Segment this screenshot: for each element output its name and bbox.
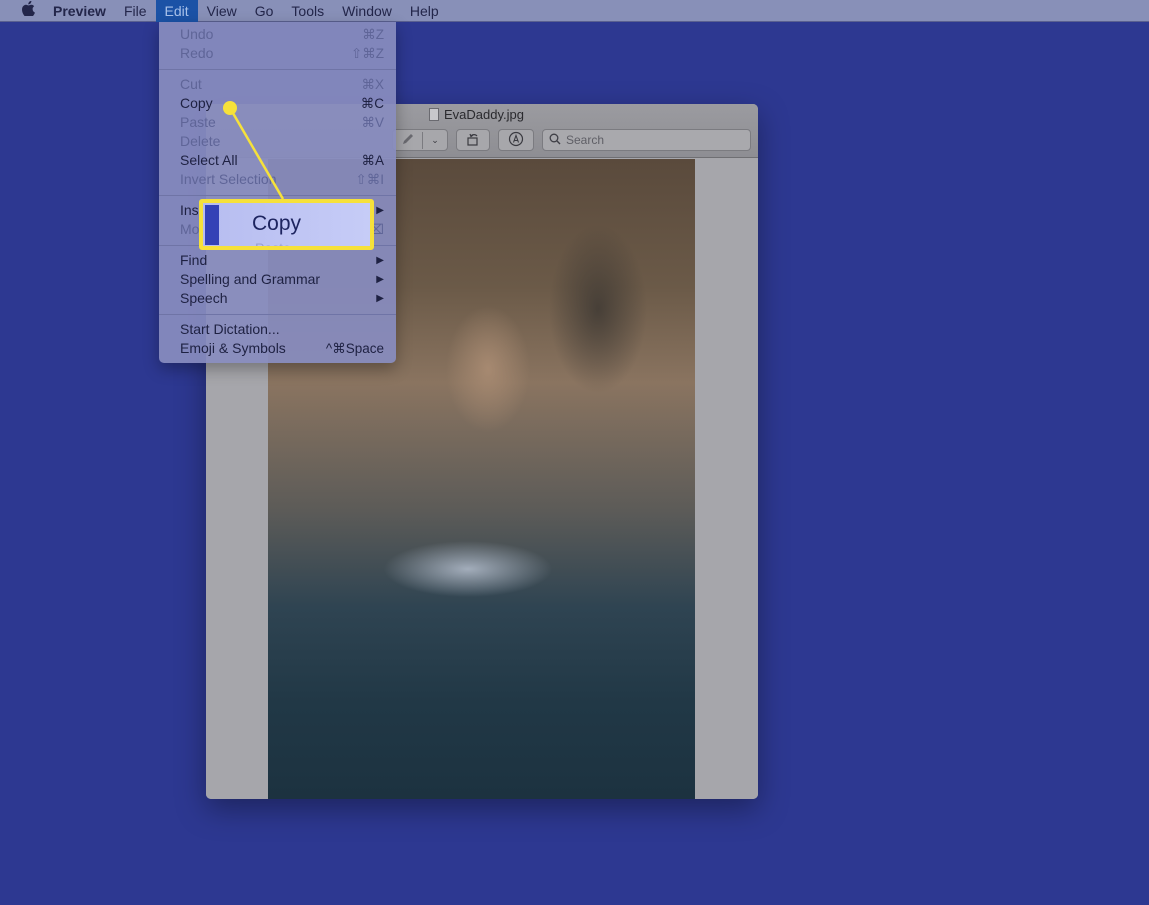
- search-input[interactable]: [566, 133, 736, 147]
- menu-edit[interactable]: Edit: [155, 0, 198, 22]
- jpg-document-icon: [429, 108, 439, 121]
- copy-callout-highlight: Copy Paste: [199, 199, 374, 250]
- menu-item-select-all[interactable]: Select All ⌘A: [159, 151, 396, 170]
- submenu-arrow-icon: ▶: [376, 255, 384, 266]
- menu-item-spelling-and-grammar[interactable]: Spelling and Grammar ▶: [159, 270, 396, 289]
- menu-separator: [159, 69, 396, 70]
- menu-item-label: Emoji & Symbols: [180, 340, 286, 356]
- menu-help[interactable]: Help: [401, 0, 448, 22]
- menu-item-emoji-symbols[interactable]: Emoji & Symbols ^⌘Space: [159, 339, 396, 358]
- markup-circle-icon: [508, 131, 524, 150]
- menu-item-label: Select All: [180, 152, 238, 168]
- menu-item-shortcut: ⌘Z: [362, 27, 384, 42]
- search-icon: [549, 133, 561, 148]
- window-title-text: EvaDaddy.jpg: [444, 107, 524, 122]
- menu-item-find[interactable]: Find ▶: [159, 251, 396, 270]
- callout-label: Copy: [252, 212, 302, 235]
- menu-item-paste[interactable]: Paste ⌘V: [159, 113, 396, 132]
- menu-go[interactable]: Go: [246, 0, 283, 22]
- menu-item-undo[interactable]: Undo ⌘Z: [159, 25, 396, 44]
- menu-item-shortcut: ⇧⌘I: [355, 172, 384, 187]
- menu-item-label: Paste: [180, 114, 216, 130]
- window-title: EvaDaddy.jpg: [429, 107, 524, 122]
- menu-view[interactable]: View: [198, 0, 246, 22]
- menu-item-shortcut: ⌘C: [360, 96, 384, 111]
- menu-item-label: Find: [180, 252, 208, 268]
- rotate-button[interactable]: [456, 129, 490, 151]
- menu-item-label: Spelling and Grammar: [180, 271, 321, 287]
- menu-item-label: Cut: [180, 76, 202, 92]
- callout-selection-bar: [205, 205, 219, 245]
- rotate-icon: [465, 131, 481, 150]
- menu-item-shortcut: ^⌘Space: [325, 341, 384, 356]
- markup-button[interactable]: [498, 129, 534, 151]
- menu-item-label: Redo: [180, 45, 214, 61]
- search-field[interactable]: [542, 129, 751, 151]
- menu-item-start-dictation[interactable]: Start Dictation...: [159, 320, 396, 339]
- menu-item-label: Delete: [180, 133, 221, 149]
- menu-app-preview[interactable]: Preview: [44, 0, 115, 22]
- submenu-arrow-icon: ▶: [376, 205, 384, 216]
- menu-item-redo[interactable]: Redo ⇧⌘Z: [159, 44, 396, 63]
- menu-item-label: Undo: [180, 26, 214, 42]
- menu-item-speech[interactable]: Speech ▶: [159, 289, 396, 308]
- menu-item-shortcut: ⌘A: [361, 153, 384, 168]
- menu-separator: [159, 314, 396, 315]
- edit-menu-dropdown: Undo ⌘Z Redo ⇧⌘Z Cut ⌘X Copy ⌘C Paste ⌘V Delete Sel…: [159, 22, 396, 363]
- submenu-arrow-icon: ▶: [376, 274, 384, 285]
- callout-ghost-text: Paste: [255, 240, 291, 250]
- menu-separator: [159, 195, 396, 196]
- menu-file[interactable]: File: [115, 0, 156, 22]
- menu-item-label: Copy: [180, 95, 213, 111]
- menu-item-shortcut: ⌘X: [361, 77, 384, 92]
- menu-window[interactable]: Window: [333, 0, 401, 22]
- menu-item-cut[interactable]: Cut ⌘X: [159, 75, 396, 94]
- menu-tools[interactable]: Tools: [282, 0, 333, 22]
- menu-item-delete[interactable]: Delete: [159, 132, 396, 151]
- menu-item-invert-selection[interactable]: Invert Selection ⇧⌘I: [159, 170, 396, 189]
- apple-menu-icon[interactable]: [8, 0, 48, 20]
- pencil-icon: [393, 131, 423, 149]
- menu-item-shortcut: ⇧⌘Z: [350, 46, 384, 61]
- menu-item-shortcut: ⌘V: [361, 115, 384, 130]
- markup-toolbar-button[interactable]: ⌄: [392, 129, 448, 151]
- menu-bar: Preview File Edit View Go Tools Window H…: [0, 0, 1149, 22]
- menu-item-copy[interactable]: Copy ⌘C: [159, 94, 396, 113]
- submenu-arrow-icon: ▶: [376, 293, 384, 304]
- chevron-down-icon[interactable]: ⌄: [423, 135, 447, 146]
- menu-item-label: Start Dictation...: [180, 321, 280, 337]
- menu-item-label: Invert Selection: [180, 171, 277, 187]
- menu-item-label: Speech: [180, 290, 228, 306]
